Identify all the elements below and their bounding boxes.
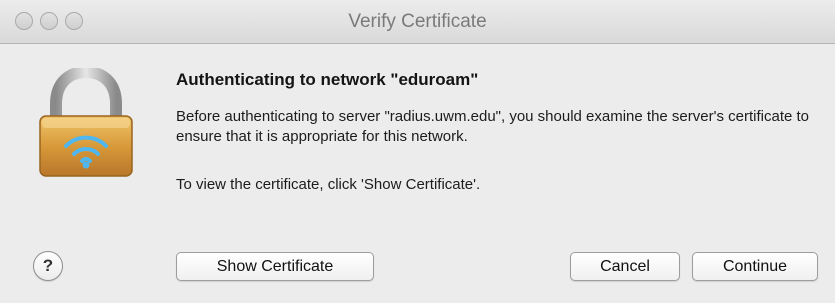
continue-button[interactable]: Continue [692, 252, 818, 281]
dialog-message: Before authenticating to server "radius.… [176, 108, 810, 145]
show-certificate-button[interactable]: Show Certificate [176, 252, 374, 281]
dialog-heading: Authenticating to network "eduroam" [176, 70, 479, 89]
title-bar: Verify Certificate [0, 0, 835, 44]
verify-certificate-dialog: Verify Certificate Authenticating to net… [0, 0, 835, 303]
dialog-hint: To view the certificate, click 'Show Cer… [176, 176, 481, 193]
help-button[interactable]: ? [33, 251, 63, 281]
window-title: Verify Certificate [348, 11, 487, 32]
padlock-wifi-icon [39, 68, 133, 177]
cancel-button[interactable]: Cancel [570, 252, 680, 281]
